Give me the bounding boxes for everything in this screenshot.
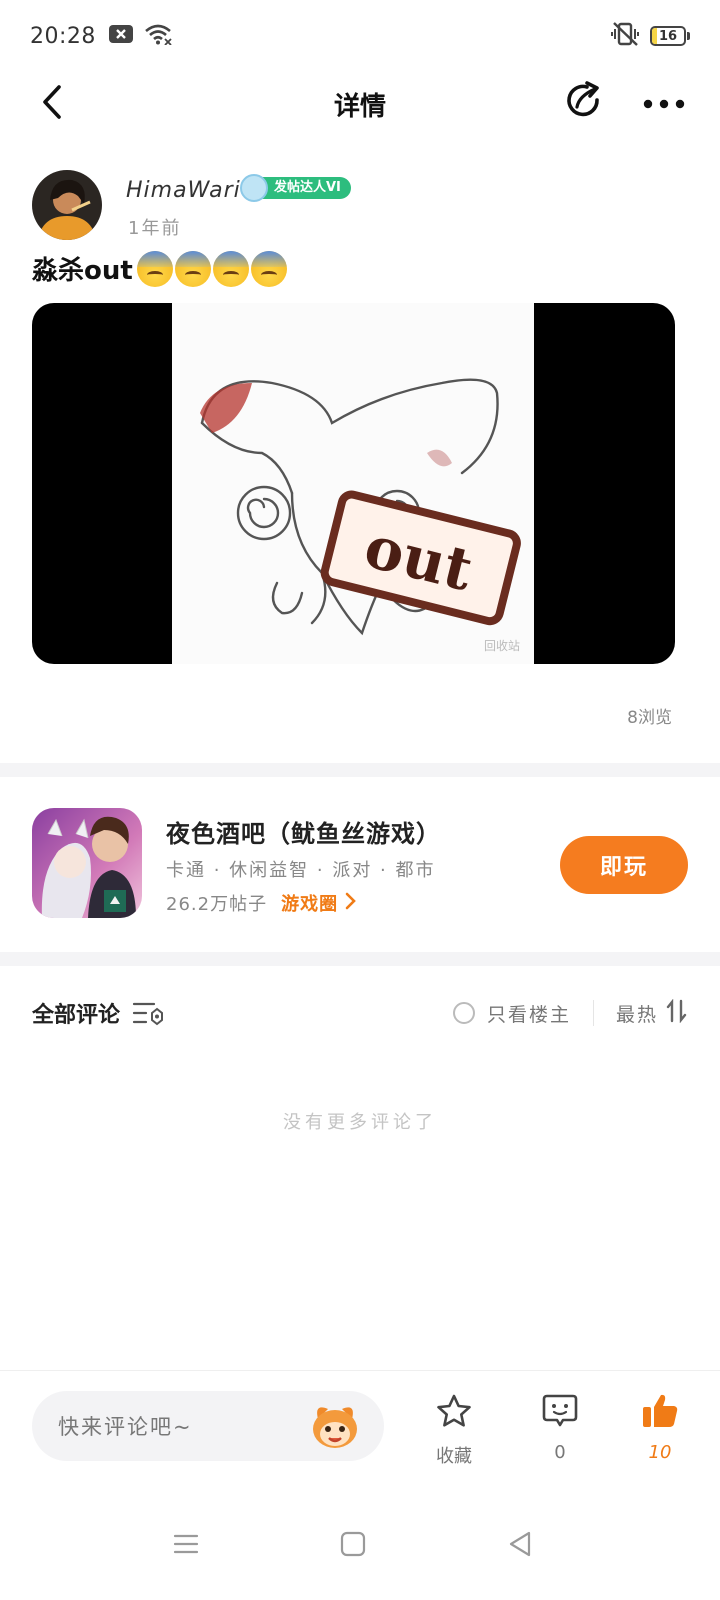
post-text-content: 淼杀out [32,256,133,286]
sweat-emoji-icon [250,250,287,287]
page-title: 详情 [333,92,386,122]
mascot-emoji-icon[interactable] [308,1401,362,1451]
only-op-radio[interactable] [452,1002,475,1024]
comments-title: 全部评论 [32,1003,121,1028]
battery-icon: 16 [650,26,690,46]
only-op-toggle[interactable]: 只看楼主 [452,1000,571,1027]
comment-count: 0 [554,1442,566,1463]
post-author: HimaWari 发帖达人VI 1年前 [32,170,688,242]
section-divider [0,952,720,966]
share-button[interactable] [560,80,608,128]
like-button[interactable]: 10 [620,1393,700,1463]
menu-lines-icon [172,1532,200,1560]
avatar[interactable] [32,170,102,240]
badge-avatar-icon [240,174,268,202]
game-card[interactable]: 夜色酒吧（鱿鱼丝游戏） 卡通 · 休闲益智 · 派对 · 都市 26.2万帖子 … [32,808,688,926]
like-count: 10 [648,1442,672,1463]
play-button[interactable]: 即玩 [560,836,688,894]
system-nav-bar [0,1498,720,1600]
wifi-icon [144,23,172,49]
comments-header: 全部评论 只看楼主 最热 [32,995,688,1031]
comment-filter-button[interactable] [132,1000,164,1026]
game-post-count: 26.2万帖子 [166,894,268,915]
notification-x-icon [108,24,134,48]
back-triangle-icon [507,1530,533,1562]
badge-label: 发帖达人VI [260,177,351,199]
sort-label: 最热 [615,1003,658,1026]
system-back-button[interactable] [498,1524,542,1568]
image-watermark: 回收站 [483,639,520,653]
comment-count-button[interactable]: 0 [520,1393,600,1463]
game-icon[interactable] [32,808,142,918]
game-circle-label: 游戏圈 [281,894,339,915]
sort-button[interactable]: 最热 [615,998,688,1028]
view-count: 8浏览 [627,708,672,728]
chevron-right-icon [344,892,356,915]
post-text: 淼杀out [32,250,287,287]
author-name[interactable]: HimaWari [126,178,241,203]
status-bar: 20:28 16 [0,0,720,72]
comment-bubble-icon [541,1393,579,1434]
favorite-label: 收藏 [436,1446,472,1467]
top-nav-bar: 详情 [0,72,720,136]
home-button[interactable] [331,1524,375,1568]
post-image[interactable]: out 回收站 [32,303,675,664]
home-square-icon [340,1531,366,1561]
bottom-action-bar: 快来评论吧~ 收藏 0 10 [0,1370,720,1498]
vibrate-mute-icon [610,21,640,51]
recent-apps-button[interactable] [164,1524,208,1568]
section-divider [0,763,720,777]
more-button[interactable] [640,80,688,128]
star-icon [435,1393,473,1434]
status-time: 20:28 [30,23,96,49]
sweat-emoji-icon [174,250,211,287]
game-name[interactable]: 夜色酒吧（鱿鱼丝游戏） [166,814,441,849]
battery-level: 16 [658,28,678,44]
no-more-comments: 没有更多评论了 [283,1112,437,1133]
thumbs-up-icon [641,1393,679,1434]
sweat-emoji-icon [136,250,173,287]
share-icon [563,81,605,127]
favorite-button[interactable]: 收藏 [414,1393,494,1468]
more-dots-icon [643,95,685,114]
post-time: 1年前 [128,218,182,239]
header-separator [592,1000,594,1026]
comment-input[interactable]: 快来评论吧~ [32,1391,384,1461]
author-level-badge: 发帖达人VI [240,174,351,202]
game-tags: 卡通 · 休闲益智 · 派对 · 都市 [166,860,436,881]
only-op-label: 只看楼主 [486,1003,571,1026]
post-image-drawing: out 回收站 [172,303,534,664]
sort-arrows-icon [666,998,688,1028]
comment-input-placeholder: 快来评论吧~ [58,1415,193,1439]
sweat-emoji-icon [212,250,249,287]
filter-list-icon [132,1002,164,1026]
game-circle-link[interactable]: 游戏圈 [281,890,356,916]
